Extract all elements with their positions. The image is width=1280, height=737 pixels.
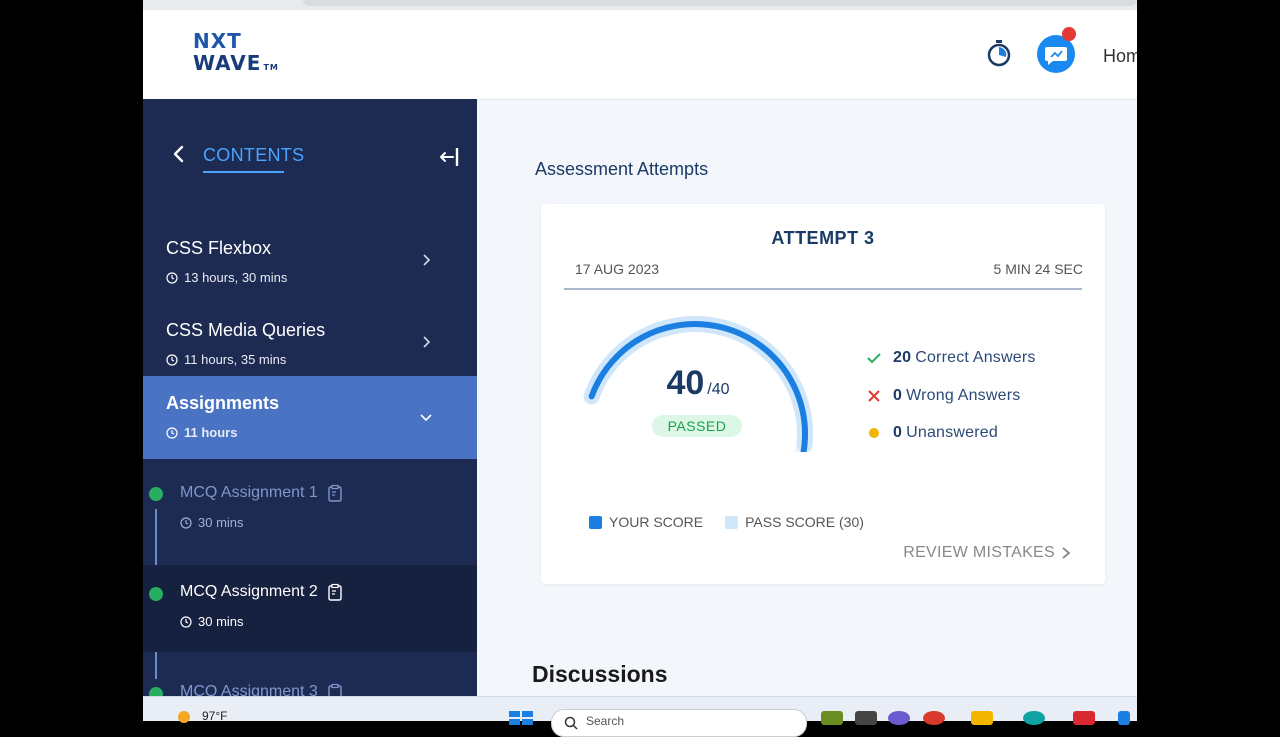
topic-css-media-queries[interactable]: CSS Media Queries 11 hours, 35 mins	[143, 291, 477, 373]
top-navbar: NXT WAVETM Home	[143, 10, 1137, 100]
legend-your-score: YOUR SCORE	[589, 514, 703, 530]
chevron-down-icon	[420, 414, 432, 422]
attempt-date: 17 AUG 2023	[575, 261, 660, 277]
clock-icon	[166, 271, 178, 284]
taskbar-app-icon[interactable]	[1023, 711, 1045, 725]
assignment-title: MCQ Assignment 2	[180, 583, 344, 601]
topic-css-flexbox[interactable]: CSS Flexbox 13 hours, 30 mins	[143, 209, 477, 291]
completed-check-icon	[149, 587, 163, 601]
nxtwave-logo[interactable]: NXT WAVE TM	[193, 30, 293, 80]
stat-label: Correct Answers	[915, 349, 1036, 366]
clipboard-icon	[328, 484, 342, 502]
completed-check-icon	[149, 487, 163, 501]
score-value: 40	[666, 364, 705, 402]
stat-unanswered: 0 Unanswered	[865, 424, 998, 442]
stat-count: 0	[893, 424, 903, 441]
search-placeholder: Search	[586, 714, 625, 728]
topic-assignments[interactable]: Assignments 11 hours	[143, 376, 477, 459]
assignment-item-2[interactable]: MCQ Assignment 2 30 mins	[143, 565, 477, 652]
chevron-right-icon	[423, 336, 431, 348]
course-sidebar: CONTENTS CSS Flexbox 13 hours, 30 mins C…	[143, 99, 477, 720]
contents-tab[interactable]: CONTENTS	[203, 145, 304, 166]
main-content: Assessment Attempts ATTEMPT 3 17 AUG 202…	[477, 99, 1137, 720]
search-icon	[564, 716, 578, 730]
attempt-title: ATTEMPT 3	[771, 228, 875, 248]
topic-duration: 11 hours, 35 mins	[166, 352, 286, 367]
stat-label: Wrong Answers	[906, 387, 1021, 404]
chevron-right-icon	[1062, 547, 1071, 559]
browser-viewport: NXT WAVETM Home CONTENTS	[143, 0, 1137, 720]
stopwatch-icon[interactable]	[984, 38, 1014, 68]
taskbar-app-icon[interactable]	[855, 711, 877, 725]
contents-header: CONTENTS	[143, 99, 477, 209]
browser-chrome	[143, 0, 1137, 10]
taskbar-search[interactable]: Search	[551, 709, 807, 737]
taskbar-app-icon[interactable]	[923, 711, 945, 725]
section-title: Assessment Attempts	[535, 159, 709, 179]
chevron-right-icon	[423, 254, 431, 266]
assignment-duration: 30 mins	[180, 515, 244, 530]
attempt-duration: 5 MIN 24 SEC	[993, 261, 1083, 277]
taskbar-app-icon[interactable]	[821, 711, 843, 725]
dot-icon	[865, 424, 883, 442]
status-badge: PASSED	[652, 415, 742, 437]
stat-correct: 20 Correct Answers	[865, 349, 1036, 367]
chevron-left-icon[interactable]	[169, 144, 189, 164]
taskbar-app-icon[interactable]	[1118, 711, 1130, 725]
clock-icon	[180, 516, 192, 529]
home-nav-link[interactable]: Home	[1103, 46, 1137, 67]
review-mistakes-link[interactable]: REVIEW MISTAKES	[903, 544, 1071, 562]
weather-icon[interactable]	[178, 711, 190, 723]
topic-title: CSS Media Queries	[166, 320, 326, 340]
legend-swatch	[589, 515, 602, 529]
topic-title: CSS Flexbox	[166, 238, 272, 258]
clipboard-icon	[328, 583, 342, 601]
card-divider	[564, 288, 1082, 290]
taskbar-app-icon[interactable]	[1073, 711, 1095, 725]
logo-text-line2: WAVE TM	[193, 51, 279, 75]
contents-tab-underline	[203, 171, 284, 173]
clock-icon	[166, 353, 178, 366]
taskbar-app-icon[interactable]	[888, 711, 910, 725]
score-readout: 40/40	[631, 364, 765, 403]
legend-swatch	[725, 515, 739, 529]
collapse-sidebar-icon[interactable]	[437, 145, 461, 169]
notification-badge	[1062, 27, 1076, 41]
os-taskbar: 97°F Search	[143, 696, 1137, 737]
logo-text-line1: NXT	[193, 29, 242, 53]
check-icon	[865, 349, 883, 367]
stat-wrong: 0 Wrong Answers	[865, 387, 1020, 405]
stat-count: 20	[893, 349, 912, 366]
folder-icon[interactable]	[971, 711, 993, 725]
stat-label: Unanswered	[906, 424, 998, 441]
weather-temperature: 97°F	[202, 709, 228, 723]
topic-duration: 11 hours	[166, 425, 237, 440]
gauge-legend: YOUR SCORE PASS SCORE (30)	[589, 514, 864, 530]
discussions-title: Discussions	[532, 661, 668, 687]
assignment-title: MCQ Assignment 1	[180, 484, 344, 502]
windows-start-icon[interactable]	[509, 711, 533, 725]
assignment-duration: 30 mins	[180, 614, 244, 629]
assignment-item-1[interactable]: MCQ Assignment 1 30 mins	[143, 459, 477, 565]
clock-icon	[166, 426, 178, 439]
topic-title: Assignments	[166, 393, 280, 413]
logo-trademark: TM	[263, 63, 279, 72]
score-total: /40	[707, 381, 730, 398]
cross-icon	[865, 387, 883, 405]
stat-count: 0	[893, 387, 903, 404]
clock-icon	[180, 615, 192, 628]
attempt-card: ATTEMPT 3 17 AUG 2023 5 MIN 24 SEC 40/40…	[541, 204, 1105, 584]
legend-pass-score: PASS SCORE (30)	[725, 514, 864, 530]
topic-duration: 13 hours, 30 mins	[166, 270, 287, 285]
